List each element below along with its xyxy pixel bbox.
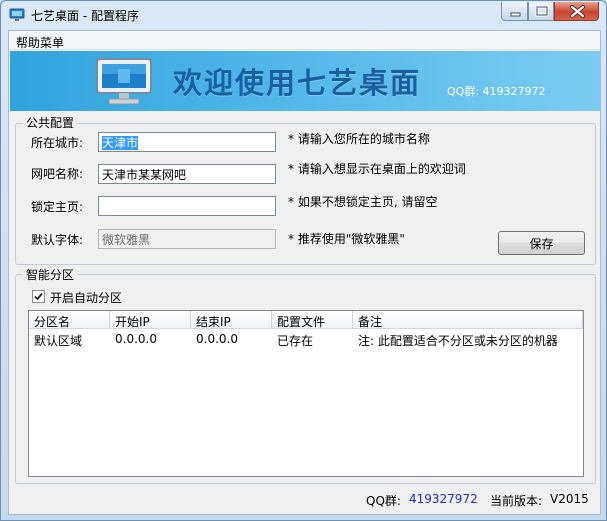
banner-title: 欢迎使用七艺桌面 [173, 66, 422, 100]
title-bar[interactable]: 七艺桌面 - 配置程序 [1, 1, 606, 29]
homepage-input[interactable] [98, 196, 276, 216]
partition-list-header: 分区名 开始IP 结束IP 配置文件 备注 [29, 311, 583, 329]
save-button[interactable]: 保存 [498, 231, 585, 255]
header-banner: 欢迎使用七艺桌面 QQ群: 419327972 [10, 51, 600, 111]
minimize-button[interactable] [501, 2, 528, 21]
column-header-config-file[interactable]: 配置文件 [272, 311, 353, 329]
column-header-partition[interactable]: 分区名 [29, 311, 110, 329]
partition-list[interactable]: 分区名 开始IP 结束IP 配置文件 备注 默认区域 0.0.0.0 0.0.0… [28, 310, 584, 477]
status-qq-label: QQ群: [366, 494, 401, 508]
city-input[interactable]: 天津市 [98, 132, 276, 152]
cell-partition: 默认区域 [34, 334, 83, 348]
cell-end-ip: 0.0.0.0 [196, 332, 238, 346]
status-version-label: 当前版本: [490, 494, 543, 508]
table-row[interactable]: 默认区域 0.0.0.0 0.0.0.0 已存在 注: 此配置适合不分区或未分区… [29, 330, 583, 348]
smart-partition-legend: 智能分区 [23, 266, 78, 283]
city-label: 所在城市: [31, 136, 84, 150]
client-area: 帮助菜单 欢迎使用七艺桌面 QQ群: 419327972 公共配置 所在城市: … [8, 30, 601, 515]
homepage-label: 锁定主页: [31, 200, 84, 214]
status-version-value: V2015 [550, 492, 589, 506]
auto-partition-checkbox[interactable] [32, 290, 45, 303]
checkmark-icon [34, 292, 43, 301]
font-hint: * 推荐使用"微软雅黑" [288, 232, 405, 246]
netbar-input[interactable]: 天津市某某网吧 [98, 164, 276, 184]
app-icon [9, 7, 25, 23]
public-config-legend: 公共配置 [23, 114, 78, 131]
monitor-icon [95, 57, 153, 110]
maximize-icon [535, 5, 549, 17]
banner-qq: QQ群: 419327972 [447, 85, 546, 98]
auto-partition-label: 开启自动分区 [50, 291, 123, 305]
column-header-note[interactable]: 备注 [353, 311, 583, 329]
homepage-hint: * 如果不想锁定主页, 请留空 [288, 195, 438, 209]
netbar-value: 天津市某某网吧 [102, 168, 187, 182]
cell-note: 注: 此配置适合不分区或未分区的机器 [358, 334, 558, 348]
font-value: 微软雅黑 [102, 233, 151, 247]
city-hint: * 请输入您所在的城市名称 [288, 132, 430, 146]
close-button[interactable] [554, 2, 599, 21]
cell-config-file: 已存在 [277, 334, 314, 348]
app-window: 七艺桌面 - 配置程序 帮助菜单 欢迎使用七艺桌面 QQ群: 419327972… [0, 0, 607, 521]
minimize-icon [510, 12, 521, 17]
column-header-start-ip[interactable]: 开始IP [110, 311, 191, 329]
menu-help[interactable]: 帮助菜单 [16, 34, 64, 51]
maximize-button[interactable] [528, 2, 554, 21]
menu-bar: 帮助菜单 [9, 31, 600, 50]
font-input: 微软雅黑 [98, 229, 276, 249]
close-icon [570, 5, 585, 18]
netbar-label: 网吧名称: [31, 167, 84, 181]
cell-start-ip: 0.0.0.0 [115, 332, 157, 346]
netbar-hint: * 请输入想显示在桌面上的欢迎词 [288, 162, 466, 176]
status-qq-number[interactable]: 419327972 [409, 492, 478, 506]
column-header-end-ip[interactable]: 结束IP [191, 311, 272, 329]
window-title: 七艺桌面 - 配置程序 [31, 9, 139, 23]
city-value: 天津市 [102, 136, 139, 150]
font-label: 默认字体: [31, 233, 84, 247]
